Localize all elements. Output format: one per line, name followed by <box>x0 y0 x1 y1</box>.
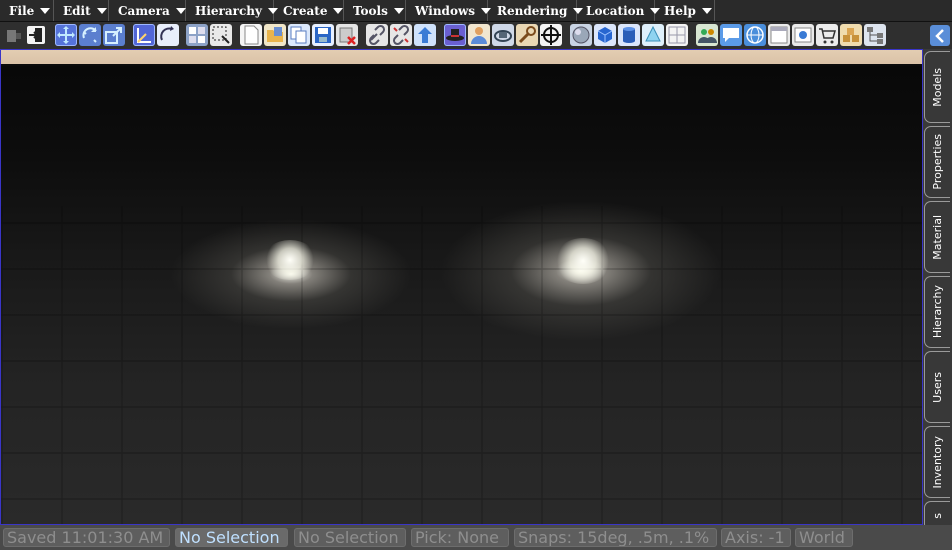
tab-inventory[interactable]: Inventory <box>924 426 950 498</box>
select-box-icon[interactable] <box>186 24 208 46</box>
menu-location-label: Location <box>586 3 645 18</box>
globe-icon[interactable] <box>744 24 766 46</box>
unlink-icon[interactable] <box>390 24 412 46</box>
saved-time-status: Saved 11:01:30 AM <box>3 528 170 547</box>
coordinate-space-status[interactable]: World <box>795 528 853 547</box>
chat-icon[interactable] <box>720 24 742 46</box>
spotlight-hotspot-right <box>554 238 612 284</box>
crosshair-icon[interactable] <box>540 24 562 46</box>
cone-icon[interactable] <box>642 24 664 46</box>
hierarchy-graph-icon[interactable] <box>864 24 886 46</box>
move-icon[interactable] <box>55 24 77 46</box>
link-icon[interactable] <box>366 24 388 46</box>
selection-status[interactable]: No Selection <box>175 528 288 547</box>
menu-camera-label: Camera <box>118 3 170 18</box>
copy-icon[interactable] <box>288 24 310 46</box>
chevron-down-icon <box>701 7 712 14</box>
stone-floor <box>1 66 922 524</box>
tab-properties-label: Properties <box>931 134 944 190</box>
tab-hierarchy[interactable]: Hierarchy <box>924 276 950 348</box>
scene-viewport[interactable] <box>0 49 923 525</box>
selection-secondary-status: No Selection <box>294 528 406 547</box>
select-dashed-icon[interactable] <box>210 24 232 46</box>
menu-hierarchy[interactable]: Hierarchy <box>186 0 278 21</box>
open-file-icon[interactable] <box>264 24 286 46</box>
pick-status: Pick: None <box>411 528 509 547</box>
inventory-boxes-icon[interactable] <box>840 24 862 46</box>
menu-help[interactable]: Help <box>655 0 715 21</box>
tab-hierarchy-label: Hierarchy <box>931 285 944 339</box>
grip-icon <box>3 24 25 46</box>
chevron-down-icon <box>96 7 107 14</box>
tab-inventory-label: Inventory <box>931 435 944 489</box>
floor-tile-pattern <box>1 206 922 524</box>
chevron-down-icon <box>393 7 404 14</box>
tab-users-label: Users <box>931 371 944 403</box>
rotate-icon[interactable] <box>79 24 101 46</box>
login-icon[interactable] <box>25 24 47 46</box>
menu-rendering-label: Rendering <box>497 3 568 18</box>
cylinder-icon[interactable] <box>618 24 640 46</box>
spotlight-hotspot-left <box>263 240 317 280</box>
tools-wrench-icon[interactable] <box>516 24 538 46</box>
tab-users[interactable]: Users <box>924 351 950 423</box>
cube-icon[interactable] <box>594 24 616 46</box>
menu-create-label: Create <box>283 3 328 18</box>
save-icon[interactable] <box>312 24 334 46</box>
window-icon[interactable] <box>768 24 790 46</box>
menu-bar: File Edit Camera Hierarchy Create Tools … <box>0 0 952 22</box>
status-bar: Saved 11:01:30 AM No Selection No Select… <box>0 525 952 550</box>
axis-rotate-icon[interactable] <box>157 24 179 46</box>
menu-hierarchy-label: Hierarchy <box>195 3 262 18</box>
avatar-person-icon[interactable] <box>468 24 490 46</box>
menu-tools[interactable]: Tools <box>344 0 406 21</box>
side-tab-strip: Models Properties Material Hierarchy Use… <box>923 49 952 531</box>
menu-edit-label: Edit <box>63 3 91 18</box>
menu-location[interactable]: Location <box>577 0 661 21</box>
shopping-cart-icon[interactable] <box>816 24 838 46</box>
sphere-icon[interactable] <box>570 24 592 46</box>
delete-icon[interactable] <box>336 24 358 46</box>
menu-create[interactable]: Create <box>274 0 344 21</box>
menu-windows-label: Windows <box>415 3 476 18</box>
tab-properties[interactable]: Properties <box>924 126 950 198</box>
plane-icon[interactable] <box>666 24 688 46</box>
menu-edit[interactable]: Edit <box>54 0 109 21</box>
menu-help-label: Help <box>664 3 696 18</box>
menu-rendering[interactable]: Rendering <box>488 0 584 21</box>
tab-material-label: Material <box>931 214 944 260</box>
avatar-hat-icon[interactable] <box>444 24 466 46</box>
camera-orbit-icon[interactable] <box>492 24 514 46</box>
menu-file-label: File <box>9 3 35 18</box>
tab-models[interactable]: Models <box>924 51 950 123</box>
snaps-status[interactable]: Snaps: 15deg, .5m, .1% <box>514 528 717 547</box>
menu-file[interactable]: File <box>0 0 54 21</box>
tab-material[interactable]: Material <box>924 201 950 273</box>
menu-camera[interactable]: Camera <box>109 0 186 21</box>
tab-models-label: Models <box>931 67 944 107</box>
axis-status[interactable]: Axis: -1 <box>721 528 791 547</box>
info-icon[interactable] <box>792 24 814 46</box>
menu-tools-label: Tools <box>353 3 388 18</box>
new-document-icon[interactable] <box>240 24 262 46</box>
chevron-down-icon <box>333 7 344 14</box>
collapse-arrow-icon[interactable] <box>930 25 950 46</box>
chevron-down-icon <box>40 7 51 14</box>
users-icon[interactable] <box>696 24 718 46</box>
scale-icon[interactable] <box>103 24 125 46</box>
chevron-down-icon <box>175 7 186 14</box>
axis-move-icon[interactable] <box>133 24 155 46</box>
parent-up-icon[interactable] <box>414 24 436 46</box>
menu-windows[interactable]: Windows <box>406 0 492 21</box>
tab-overflow-label: s <box>931 513 944 519</box>
toolbar <box>0 22 952 49</box>
